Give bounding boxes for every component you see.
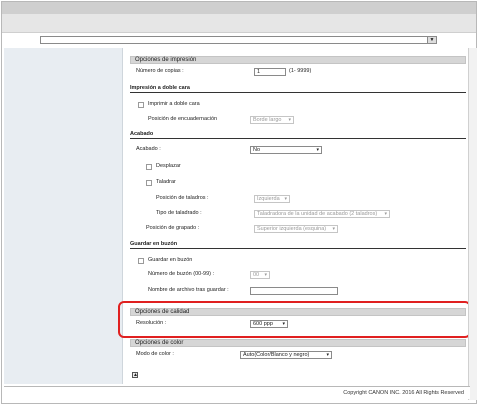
- quality-highlight: [118, 301, 471, 338]
- toolbar-area: [2, 14, 476, 33]
- staple-label: Posición de grapado :: [146, 225, 200, 231]
- section-header-finishing: Acabado: [130, 131, 466, 139]
- duplex-label: Imprimir a doble cara: [148, 101, 200, 107]
- section-header-mailbox: Guardar en buzón: [130, 241, 466, 249]
- copyright-text: Copyright CANON INC. 2016 All Rights Res…: [343, 390, 464, 396]
- finishing-label: Acabado :: [136, 146, 161, 152]
- mailbox-label: Guardar en buzón: [148, 257, 193, 263]
- chevron-down-icon: ▾: [284, 196, 287, 202]
- chevron-down-icon: ▾: [316, 147, 319, 153]
- offset-label: Desplazar: [156, 163, 181, 169]
- copies-input[interactable]: 1: [254, 68, 286, 76]
- punch-checkbox[interactable]: [146, 180, 152, 186]
- punch-type-select[interactable]: Taladradora de la unidad de acabado (2 t…: [254, 210, 390, 218]
- box-number-select[interactable]: 00 ▾: [250, 271, 270, 279]
- punch-position-label: Posición de taladros :: [156, 195, 209, 201]
- punch-type-value: Taladradora de la unidad de acabado (2 t…: [257, 211, 378, 217]
- chevron-down-icon[interactable]: ▼: [427, 37, 436, 43]
- chevron-down-icon: ▾: [264, 272, 267, 278]
- scrollbar[interactable]: [468, 48, 477, 400]
- color-mode-value: Auto(Color/Blanco y negro): [243, 352, 310, 358]
- duplex-checkbox[interactable]: [138, 102, 144, 108]
- finishing-value: No: [253, 147, 261, 153]
- punch-position-value: Izquierda: [257, 196, 280, 202]
- box-number-value: 00: [253, 272, 260, 278]
- binding-select[interactable]: Borde largo ▾: [250, 116, 294, 124]
- staple-value: Superior izquierda (esquina): [257, 226, 327, 232]
- section-header-print: Opciones de impresión: [130, 56, 466, 64]
- color-mode-label: Modo de color :: [136, 351, 174, 357]
- box-number-label: Número de buzón (00-99) :: [148, 271, 215, 277]
- punch-label: Taladrar: [156, 179, 176, 185]
- chevron-down-icon: ▾: [288, 117, 291, 123]
- copies-label: Número de copias :: [136, 68, 184, 74]
- filename-input[interactable]: [250, 287, 338, 295]
- address-dropdown[interactable]: ▼: [40, 36, 437, 44]
- copies-range: (1- 9999): [289, 68, 312, 74]
- mailbox-checkbox[interactable]: [138, 258, 144, 264]
- chevron-down-icon: ▾: [384, 211, 387, 217]
- filename-label: Nombre de archivo tras guardar :: [148, 287, 229, 293]
- title-bar: [2, 2, 476, 14]
- scroll-top-icon[interactable]: ▲: [132, 372, 138, 378]
- binding-label: Posición de encuadernación: [148, 116, 218, 122]
- section-header-color: Opciones de color: [130, 339, 466, 347]
- finishing-select[interactable]: No ▾: [250, 146, 322, 154]
- staple-select[interactable]: Superior izquierda (esquina) ▾: [254, 225, 338, 233]
- section-header-duplex: Impresión a doble cara: [130, 85, 466, 93]
- chevron-down-icon: ▾: [326, 352, 329, 358]
- sidebar: [4, 48, 122, 384]
- punch-type-label: Tipo de taladrado :: [156, 210, 202, 216]
- punch-position-select[interactable]: Izquierda ▾: [254, 195, 290, 203]
- offset-checkbox[interactable]: [146, 164, 152, 170]
- binding-value: Borde largo: [253, 117, 282, 123]
- color-mode-select[interactable]: Auto(Color/Blanco y negro) ▾: [240, 351, 332, 359]
- footer: Copyright CANON INC. 2016 All Rights Res…: [4, 386, 470, 399]
- chevron-down-icon: ▾: [332, 226, 335, 232]
